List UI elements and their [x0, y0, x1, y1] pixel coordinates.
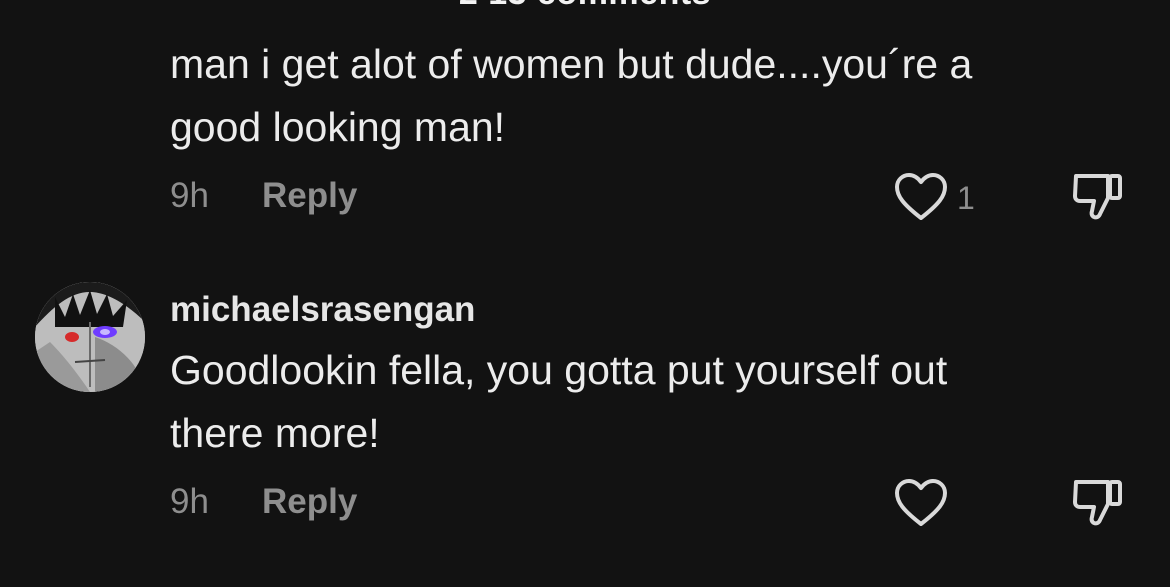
comment-username[interactable]: michaelsrasengan — [170, 290, 475, 330]
avatar-image — [35, 282, 145, 392]
comment-timestamp: 9h — [170, 482, 209, 521]
avatar[interactable] — [35, 282, 145, 392]
comments-sheet: 2 13 comments man i get alot of women bu… — [0, 0, 1170, 587]
like-button[interactable] — [893, 478, 949, 528]
dislike-button[interactable] — [1070, 476, 1126, 528]
close-button[interactable] — [1078, 0, 1118, 14]
heart-outline-icon — [895, 173, 947, 220]
like-button[interactable] — [893, 172, 949, 222]
comment-timestamp: 9h — [170, 176, 209, 215]
dislike-button[interactable] — [1070, 170, 1126, 222]
comments-count-title: 2 13 comments — [0, 0, 1170, 13]
thumbs-down-outline-icon — [1073, 174, 1122, 220]
reply-button[interactable]: Reply — [262, 176, 357, 216]
like-count: 1 — [957, 180, 975, 216]
thumbs-down-outline-icon — [1073, 480, 1122, 526]
comment-text: man i get alot of women but dude....you´… — [170, 41, 973, 150]
close-icon — [1078, 0, 1118, 14]
reply-button[interactable]: Reply — [262, 482, 357, 522]
heart-outline-icon — [895, 479, 947, 526]
comment-text: Goodlookin fella, you gotta put yourself… — [170, 347, 948, 456]
